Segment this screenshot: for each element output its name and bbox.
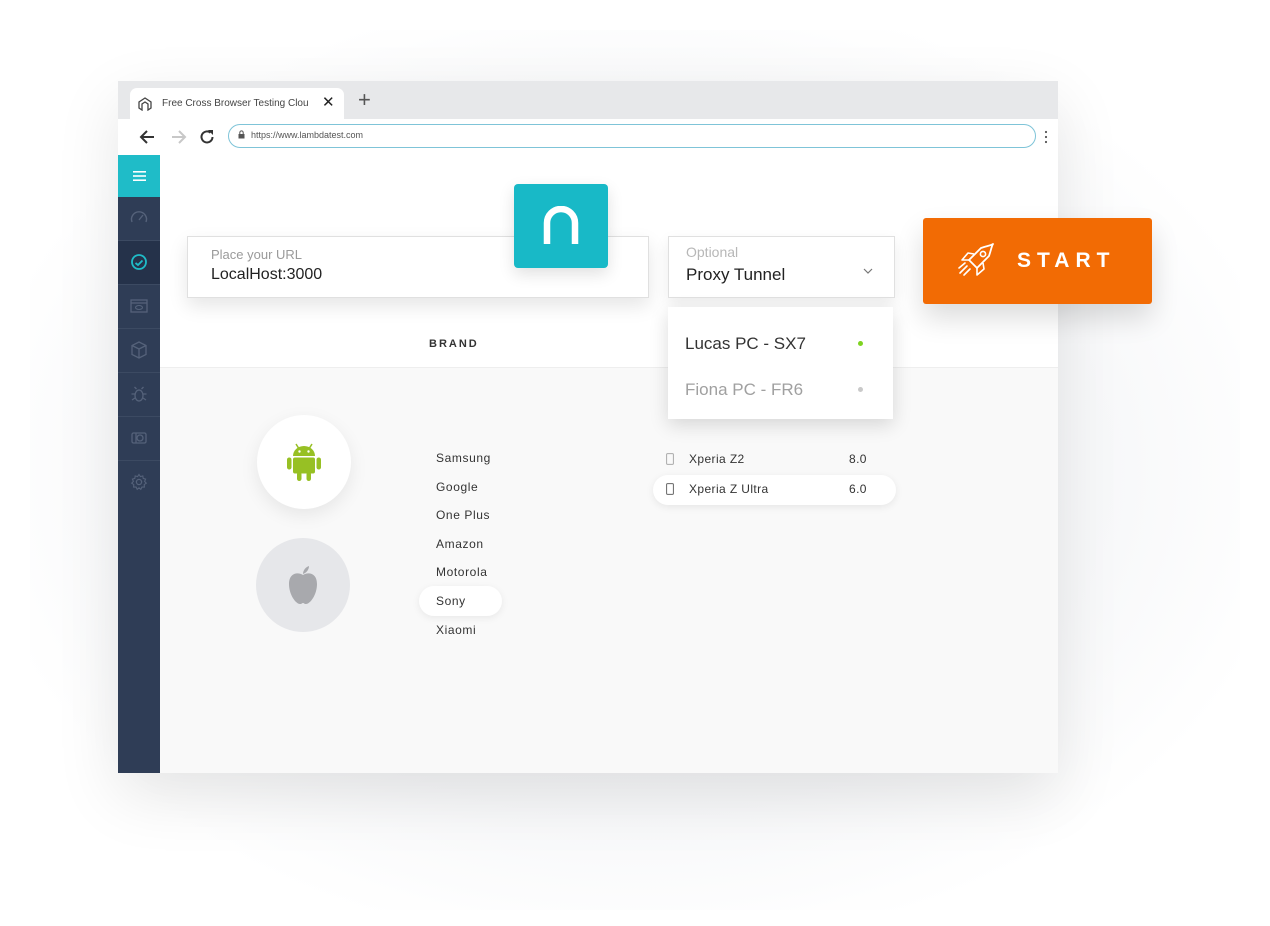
brand-item-xiaomi[interactable]: Xiaomi [436,623,476,637]
proxy-selected-value: Proxy Tunnel [686,265,786,284]
phone-icon [666,453,674,465]
forward-arrow-icon[interactable] [168,127,188,147]
sidebar-item-realtime[interactable] [118,241,160,285]
status-dot-online [858,341,863,346]
start-button-label: START [1017,249,1116,272]
cube-icon [131,341,147,359]
reload-icon[interactable] [197,127,217,147]
browser-toolbar: https://www.lambdatest.com [118,119,1058,156]
chevron-down-icon [863,268,873,274]
lambdatest-logo [514,184,608,268]
start-button[interactable]: START [923,218,1152,304]
brand-column-header: BRAND [429,338,479,350]
android-os-button[interactable] [257,415,351,509]
device-name: Xperia Z Ultra [689,482,769,496]
android-icon [287,443,321,481]
sidebar-item-issues[interactable] [118,373,160,417]
url-text: https://www.lambdatest.com [251,130,364,140]
lambdatest-favicon-icon [138,97,152,111]
hamburger-menu-button[interactable] [118,155,160,197]
address-bar[interactable]: https://www.lambdatest.com [228,124,1036,148]
brand-item-amazon[interactable]: Amazon [436,537,484,551]
sidebar-item-automation[interactable] [118,329,160,373]
proxy-optional-label: Optional [686,244,739,260]
sidebar-item-visual[interactable] [118,285,160,329]
new-tab-icon[interactable]: + [358,89,371,111]
tab-title: Free Cross Browser Testing Cloud [162,98,308,109]
gear-icon [130,473,148,491]
proxy-tunnel-select[interactable]: Optional Proxy Tunnel [668,236,895,298]
screenshot-window-icon [130,299,148,313]
status-dot-offline [858,387,863,392]
brand-item-sony[interactable]: Sony [436,594,466,608]
hamburger-icon [133,171,146,181]
sidebar-item-integrations[interactable] [118,417,160,461]
lambdatest-logo-icon [543,206,579,244]
sidebar-item-settings[interactable] [118,461,160,504]
realtime-sync-icon [131,254,147,270]
speedometer-icon [130,211,148,223]
url-input[interactable]: LocalHost:3000 [211,266,322,284]
device-name: Xperia Z2 [689,452,745,466]
phone-icon [666,483,674,495]
brand-item-google[interactable]: Google [436,480,478,494]
back-arrow-icon[interactable] [138,127,158,147]
tab-strip: Free Cross Browser Testing Cloud ✕ + [118,81,1058,119]
bug-icon [131,386,147,402]
proxy-option-fiona[interactable]: Fiona PC - FR6 [685,380,803,400]
lock-icon [238,130,245,139]
brand-item-samsung[interactable]: Samsung [436,451,491,465]
sidebar-item-dashboard[interactable] [118,197,160,241]
brand-item-oneplus[interactable]: One Plus [436,508,490,522]
more-menu-icon[interactable] [1044,129,1048,145]
brand-item-motorola[interactable]: Motorola [436,565,488,579]
integration-icon [131,432,147,444]
rocket-icon [958,243,994,276]
apple-os-button[interactable] [256,538,350,632]
sidebar [118,155,160,773]
device-version: 6.0 [849,482,867,496]
url-input-label: Place your URL [211,247,303,262]
apple-icon [289,566,317,604]
device-version: 8.0 [849,452,867,466]
close-tab-icon[interactable]: ✕ [322,94,335,112]
proxy-option-lucas[interactable]: Lucas PC - SX7 [685,334,806,354]
browser-tab[interactable]: Free Cross Browser Testing Cloud ✕ [130,88,344,119]
proxy-dropdown-menu: Lucas PC - SX7 Fiona PC - FR6 [668,307,893,419]
